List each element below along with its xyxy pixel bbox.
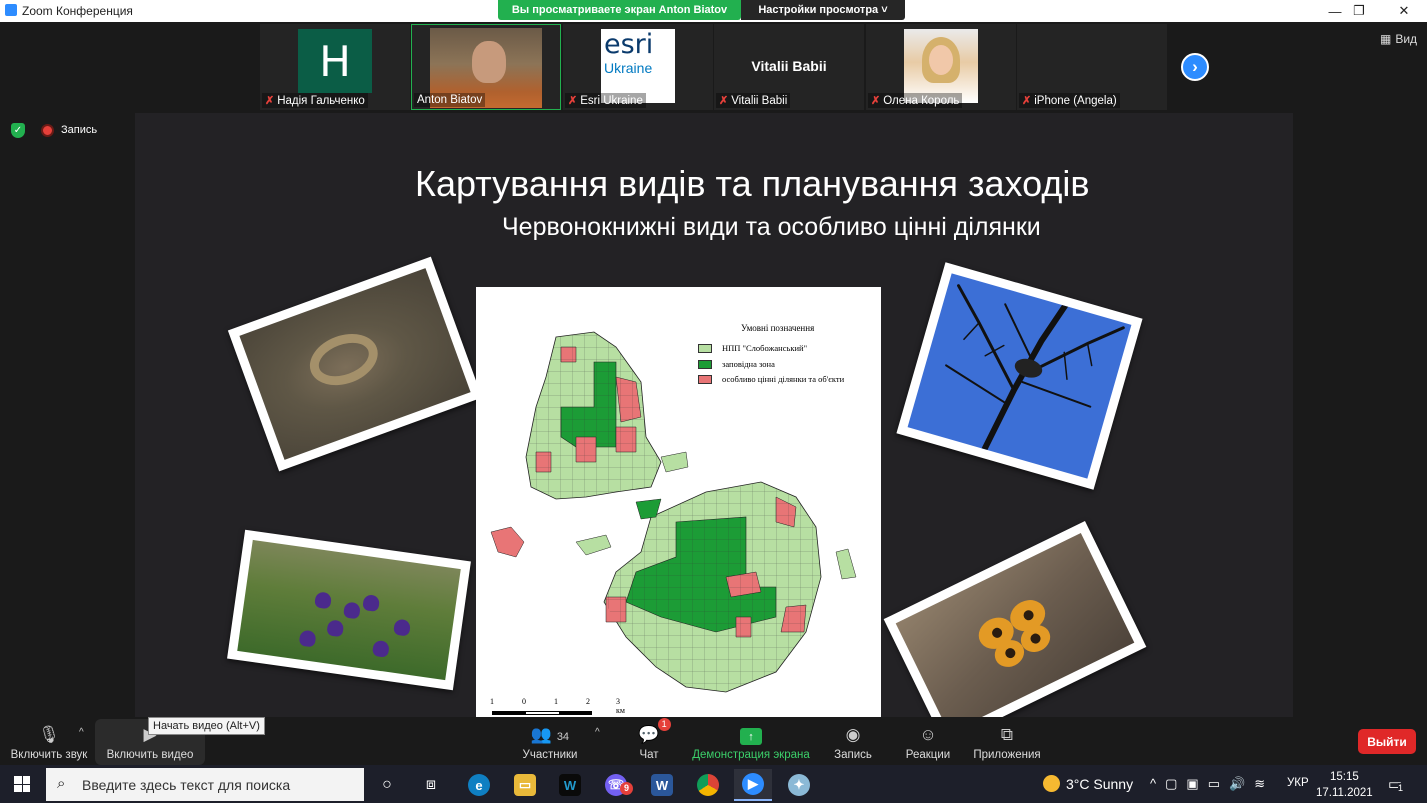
windows-start-icon[interactable] [14, 776, 30, 792]
legend-item: НПП "Слобожанський" [698, 343, 807, 353]
edge-browser-icon[interactable]: e [460, 769, 498, 801]
apps-icon: ⧉ [1000, 725, 1014, 744]
maximize-button[interactable]: ❐ [1336, 0, 1382, 22]
apps-button[interactable]: ⧉ Приложения [970, 717, 1044, 765]
slide-subtitle: Червонокнижні види та особливо цінні діл… [502, 213, 1041, 241]
next-page-chevron-icon[interactable]: › [1181, 53, 1209, 81]
mic-muted-icon: ✗ [719, 95, 729, 107]
input-language[interactable]: УКР [1287, 777, 1309, 789]
viber-icon[interactable]: ☏ 9 [597, 769, 635, 801]
sun-icon [1043, 775, 1060, 792]
weather-widget[interactable]: 3°C Sunny [1043, 775, 1133, 792]
avatar: H [298, 29, 372, 93]
grid-icon: ▦ [1380, 32, 1392, 46]
arcgis-icon[interactable]: ✦ [780, 769, 818, 801]
participants-icon: 👥 34 [530, 725, 570, 744]
participant-name: Олена Король [883, 94, 960, 107]
window-title: Zoom Конференция [22, 4, 133, 18]
chat-unread-badge: 1 [657, 718, 671, 731]
mic-muted-icon: ✗ [568, 95, 578, 107]
participants-button[interactable]: 👥 34 Участники [515, 717, 585, 765]
record-button[interactable]: ◉ Запись [830, 717, 876, 765]
record-icon: ◉ [845, 725, 861, 744]
windows-taskbar: ⌕ Введите здесь текст для поиска ○ ⧈ e ▭… [0, 765, 1427, 803]
map-legend-title: Умовні позначення [741, 323, 815, 333]
leave-meeting-button[interactable]: Выйти [1358, 729, 1416, 754]
meet-now-icon[interactable]: ▣ [1186, 776, 1198, 792]
legend-item: особливо цінні ділянки та об'єкти [698, 374, 844, 384]
chat-bubble-icon: 💬 1 [638, 718, 671, 745]
participants-options-chevron-icon[interactable]: ^ [595, 727, 600, 738]
participant-tile[interactable]: H ✗ Надія Гальченко [260, 24, 410, 110]
map-scale-bar [492, 711, 592, 715]
legend-swatch [698, 343, 712, 353]
participant-tile[interactable]: esri Ukraine ✗ Esri Ukraine [563, 24, 713, 110]
mic-muted-icon: ✗ [871, 95, 881, 107]
recording-indicator-icon [41, 124, 54, 137]
microphone-muted-icon: 🎙 [38, 725, 60, 744]
tree-nest-photo [896, 262, 1143, 490]
audio-options-chevron-icon[interactable]: ^ [79, 727, 84, 738]
participant-name: Anton Biatov [417, 94, 483, 106]
view-button[interactable]: ▦ Вид [1380, 32, 1417, 46]
participant-name: Надія Гальченко [277, 94, 365, 107]
butterfly-photo [883, 520, 1147, 717]
tray-expand-chevron-icon[interactable]: ^ [1150, 776, 1156, 792]
zoom-app-icon [5, 4, 17, 16]
emoji-plus-icon: ☺ [919, 725, 937, 744]
snake-photo [227, 256, 483, 472]
shared-screen-slide: Картування видів та планування заходів Ч… [135, 113, 1293, 717]
participant-tile-active-speaker[interactable]: Anton Biatov [411, 24, 561, 110]
wifi-icon[interactable]: ≋ [1254, 776, 1265, 792]
chrome-icon[interactable] [689, 769, 727, 801]
iris-flowers-photo [227, 529, 471, 691]
close-window-button[interactable]: ✕ [1381, 0, 1427, 22]
taskbar-clock[interactable]: 15:15 17.11.2021 [1316, 769, 1373, 801]
file-explorer-icon[interactable]: ▭ [506, 769, 544, 801]
share-screen-button[interactable]: ↑ Демонстрация экрана [690, 717, 812, 765]
participant-tile[interactable]: ✗ Олена Король [866, 24, 1016, 110]
cortana-icon[interactable]: ○ [368, 769, 406, 801]
device-icon[interactable]: ▢ [1165, 776, 1177, 792]
share-screen-arrow-icon: ↑ [740, 728, 762, 745]
zoom-taskbar-icon[interactable]: ▶ [734, 769, 772, 801]
participant-tile[interactable]: Vitalii Babii ✗ Vitalii Babii [714, 24, 864, 110]
tree-branches-image [945, 284, 1125, 453]
recording-label: Запись [61, 124, 98, 136]
participant-name: Esri Ukraine [580, 94, 643, 107]
view-settings-dropdown[interactable]: Настройки просмотра ˅ [741, 0, 905, 20]
chat-button[interactable]: 💬 1 Чат [627, 717, 671, 765]
battery-icon[interactable]: ▭ [1208, 776, 1220, 792]
esri-logo: esri Ukraine [601, 29, 675, 103]
notifications-icon[interactable]: ▭ 1 [1388, 775, 1404, 793]
legend-swatch [698, 359, 712, 369]
word-icon[interactable]: W [643, 769, 681, 801]
reactions-button[interactable]: ☺ Реакции [902, 717, 954, 765]
taskbar-search-input[interactable]: ⌕ Введите здесь текст для поиска [46, 768, 364, 801]
national-park-map: Умовні позначення НПП "Слобожанський" за… [476, 287, 881, 717]
map-zones-drawing [490, 331, 857, 693]
system-tray: ^ ▢ ▣ ▭ 🔊 ≋ [1150, 776, 1265, 792]
legend-swatch [698, 374, 712, 384]
start-video-tooltip: Начать видео (Alt+V) [148, 717, 265, 735]
mic-muted-icon: ✗ [1022, 95, 1032, 107]
slide-title: Картування видів та планування заходів [415, 163, 1090, 204]
participant-display-name: Vitalii Babii [751, 58, 827, 74]
webex-icon[interactable]: W [551, 769, 589, 801]
legend-item: заповідна зона [698, 359, 775, 369]
search-icon: ⌕ [57, 775, 66, 792]
mic-muted-icon: ✗ [265, 95, 275, 107]
participant-name: Vitalii Babii [731, 94, 788, 107]
security-shield-icon[interactable]: ✓ [11, 123, 25, 138]
unmute-button[interactable]: 🎙 Включить звук [8, 717, 90, 765]
speaker-icon[interactable]: 🔊 [1229, 776, 1245, 792]
participant-name: iPhone (Angela) [1034, 94, 1117, 107]
screen-share-banner: Вы просматриваете экран Anton Biatov [498, 0, 741, 20]
participant-photo [904, 29, 978, 103]
participant-tile[interactable]: ✗ iPhone (Angela) [1017, 24, 1167, 110]
task-view-icon[interactable]: ⧈ [412, 769, 450, 801]
map-scale-labels: 1 0 1 2 3 км [490, 697, 625, 715]
